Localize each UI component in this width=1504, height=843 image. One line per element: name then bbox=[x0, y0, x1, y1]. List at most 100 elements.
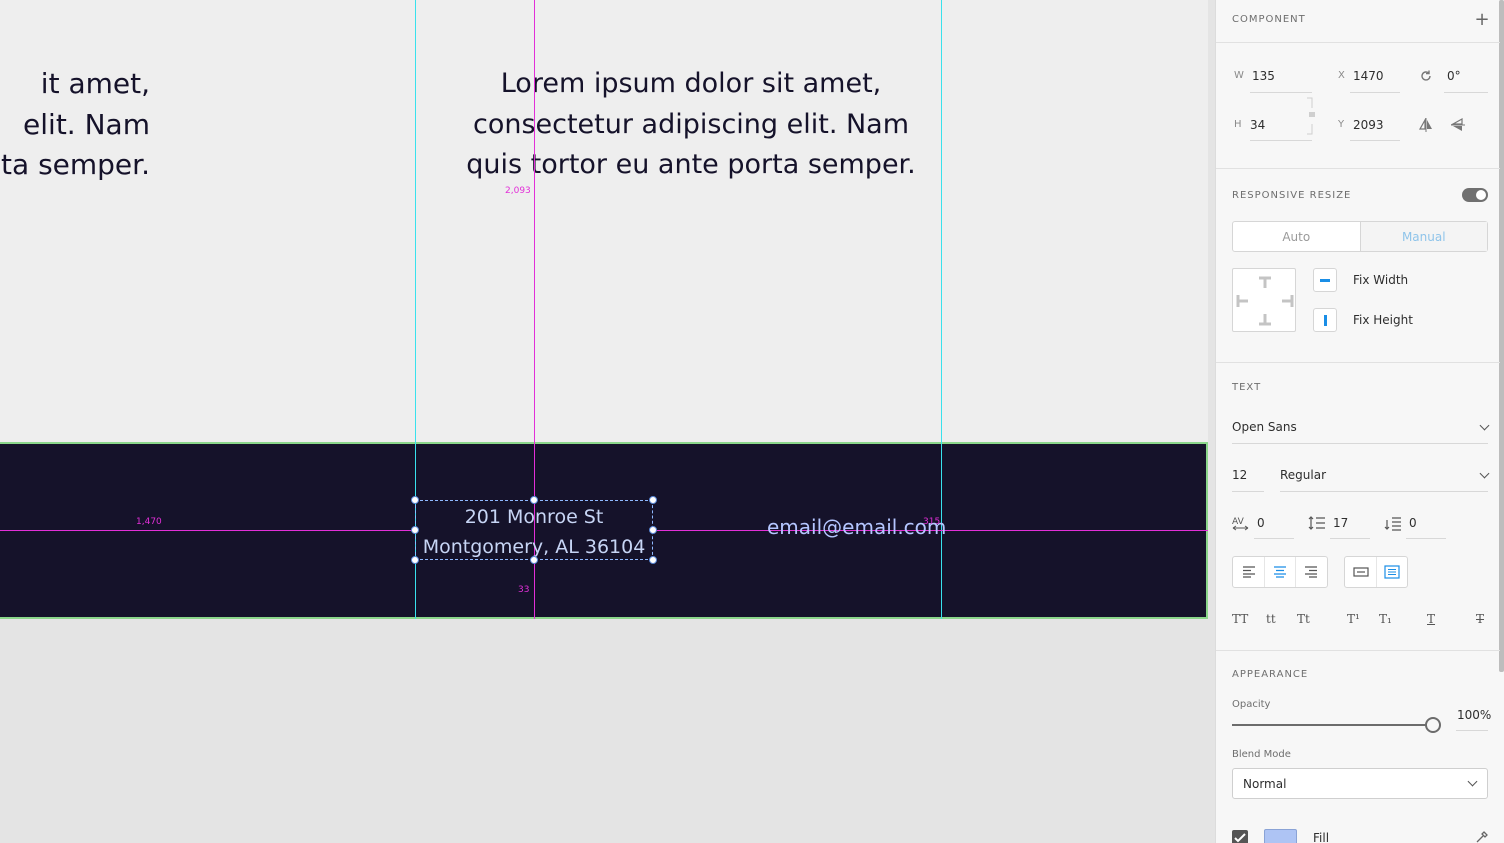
rotation-underline bbox=[1444, 92, 1488, 93]
rotate-icon[interactable] bbox=[1418, 68, 1434, 84]
uppercase-button[interactable]: TT bbox=[1232, 612, 1248, 626]
line-spacing-input[interactable]: 17 bbox=[1333, 516, 1348, 530]
blend-mode-label: Blend Mode bbox=[1232, 749, 1291, 760]
resize-handle-mr[interactable] bbox=[649, 526, 657, 534]
measure-bottom: 33 bbox=[518, 585, 530, 595]
appearance-title: APPEARANCE bbox=[1232, 669, 1309, 680]
x-label: X bbox=[1338, 70, 1345, 81]
eyedropper-icon[interactable] bbox=[1474, 829, 1490, 843]
resize-handle-bm[interactable] bbox=[530, 556, 538, 564]
fill-label: Fill bbox=[1313, 831, 1330, 843]
address-text[interactable]: 201 Monroe St Montgomery, AL 36104 bbox=[415, 502, 653, 562]
y-label: Y bbox=[1338, 119, 1345, 130]
align-left-icon[interactable] bbox=[1233, 557, 1264, 587]
lorem-text-right[interactable]: Lorem ipsum dolor sit amet, consectetur … bbox=[440, 64, 942, 186]
resize-handle-tr[interactable] bbox=[649, 496, 657, 504]
fill-color-swatch[interactable] bbox=[1264, 829, 1297, 843]
align-right-icon[interactable] bbox=[1295, 557, 1326, 587]
opacity-slider-handle[interactable] bbox=[1425, 717, 1441, 733]
blend-mode-value: Normal bbox=[1243, 777, 1287, 791]
divider bbox=[1216, 42, 1500, 43]
plus-icon[interactable]: + bbox=[1474, 9, 1490, 30]
divider bbox=[1216, 168, 1500, 169]
lowercase-button[interactable]: tt bbox=[1266, 612, 1276, 626]
text-align-group bbox=[1232, 556, 1328, 588]
fixed-size-text-icon[interactable] bbox=[1376, 557, 1407, 587]
opacity-input[interactable]: 100% bbox=[1457, 708, 1491, 722]
component-title: COMPONENT bbox=[1232, 14, 1306, 25]
lorem-right-line-2: consectetur adipiscing elit. Nam bbox=[472, 108, 910, 140]
auto-mode-button[interactable]: Auto bbox=[1233, 222, 1361, 251]
lorem-left-line-2: elit. Nam bbox=[23, 107, 150, 141]
chevron-down-icon bbox=[1479, 468, 1490, 479]
fill-checkbox[interactable] bbox=[1232, 830, 1248, 843]
flip-vertical-icon[interactable] bbox=[1450, 117, 1466, 133]
fix-height-button[interactable] bbox=[1313, 308, 1337, 332]
opacity-label: Opacity bbox=[1232, 699, 1271, 710]
measure-top: 2,093 bbox=[505, 186, 531, 196]
width-underline bbox=[1250, 92, 1312, 93]
character-spacing-input[interactable]: 0 bbox=[1257, 516, 1265, 530]
resize-handle-tm[interactable] bbox=[530, 496, 538, 504]
email-text[interactable]: email@email.com bbox=[767, 515, 946, 539]
blend-mode-dropdown[interactable]: Normal bbox=[1232, 768, 1488, 799]
width-input[interactable]: 135 bbox=[1252, 69, 1275, 83]
fix-height-icon bbox=[1324, 315, 1327, 326]
x-input[interactable]: 1470 bbox=[1353, 69, 1384, 83]
subscript-button[interactable]: T₁ bbox=[1379, 612, 1392, 626]
responsive-resize-toggle[interactable] bbox=[1462, 188, 1488, 202]
responsive-resize-title: RESPONSIVE RESIZE bbox=[1232, 190, 1352, 201]
y-input[interactable]: 2093 bbox=[1353, 118, 1384, 132]
titlecase-button[interactable]: Tt bbox=[1297, 612, 1310, 626]
paragraph-spacing-input[interactable]: 0 bbox=[1409, 516, 1417, 530]
font-weight-underline bbox=[1280, 491, 1488, 492]
font-size-input[interactable]: 12 bbox=[1232, 468, 1247, 482]
address-line-1: 201 Monroe St bbox=[464, 506, 604, 528]
x-underline bbox=[1350, 92, 1400, 93]
fix-width-button[interactable] bbox=[1313, 268, 1337, 292]
resize-handle-ml[interactable] bbox=[411, 526, 419, 534]
text-section-title: TEXT bbox=[1232, 382, 1262, 393]
opacity-underline bbox=[1456, 730, 1488, 731]
rotation-input[interactable]: 0° bbox=[1447, 69, 1461, 83]
chevron-down-icon bbox=[1479, 420, 1490, 431]
resize-handle-br[interactable] bbox=[649, 556, 657, 564]
superscript-button[interactable]: T¹ bbox=[1347, 612, 1360, 626]
constraints-widget[interactable] bbox=[1232, 268, 1296, 332]
line-spacing-icon bbox=[1308, 515, 1326, 531]
y-underline bbox=[1350, 140, 1400, 141]
character-spacing-icon: AV bbox=[1232, 515, 1250, 531]
resize-mode-segmented: Auto Manual bbox=[1232, 221, 1488, 252]
strikethrough-button[interactable]: T bbox=[1476, 612, 1484, 626]
resize-handle-bl[interactable] bbox=[411, 556, 419, 564]
font-family-dropdown[interactable]: Open Sans bbox=[1232, 420, 1297, 434]
paragraph-spacing-icon bbox=[1384, 515, 1402, 531]
resize-handle-tl[interactable] bbox=[411, 496, 419, 504]
lorem-right-line-3: quis tortor eu ante porta semper. bbox=[466, 149, 916, 180]
panel-scrollbar[interactable] bbox=[1499, 0, 1504, 672]
height-input[interactable]: 34 bbox=[1250, 118, 1265, 132]
text-box-type-group bbox=[1344, 556, 1408, 588]
chevron-down-icon bbox=[1467, 776, 1478, 787]
divider bbox=[1216, 362, 1500, 363]
manual-mode-button[interactable]: Manual bbox=[1360, 222, 1487, 251]
svg-text:AV: AV bbox=[1232, 517, 1245, 527]
divider bbox=[1216, 650, 1500, 651]
width-label: W bbox=[1234, 70, 1244, 81]
font-weight-dropdown[interactable]: Regular bbox=[1280, 468, 1326, 482]
lorem-left-line-3: ta semper. bbox=[1, 148, 150, 181]
height-label: H bbox=[1234, 119, 1242, 130]
paragraph-spacing-underline bbox=[1406, 538, 1446, 539]
align-center-icon[interactable] bbox=[1264, 557, 1295, 587]
fix-height-label: Fix Height bbox=[1353, 313, 1413, 327]
height-underline bbox=[1250, 140, 1312, 141]
flip-horizontal-icon[interactable] bbox=[1418, 117, 1434, 133]
lorem-text-left[interactable]: it amet, elit. Nam ta semper. bbox=[0, 64, 150, 186]
font-family-underline bbox=[1232, 443, 1488, 444]
lock-aspect-icon[interactable] bbox=[1304, 96, 1316, 136]
design-canvas[interactable]: it amet, elit. Nam ta semper. Lorem ipsu… bbox=[0, 0, 1215, 843]
auto-width-text-icon[interactable] bbox=[1345, 557, 1376, 587]
underline-button[interactable]: T bbox=[1427, 612, 1435, 626]
fix-width-icon bbox=[1320, 279, 1330, 282]
opacity-slider-track[interactable] bbox=[1232, 724, 1432, 726]
